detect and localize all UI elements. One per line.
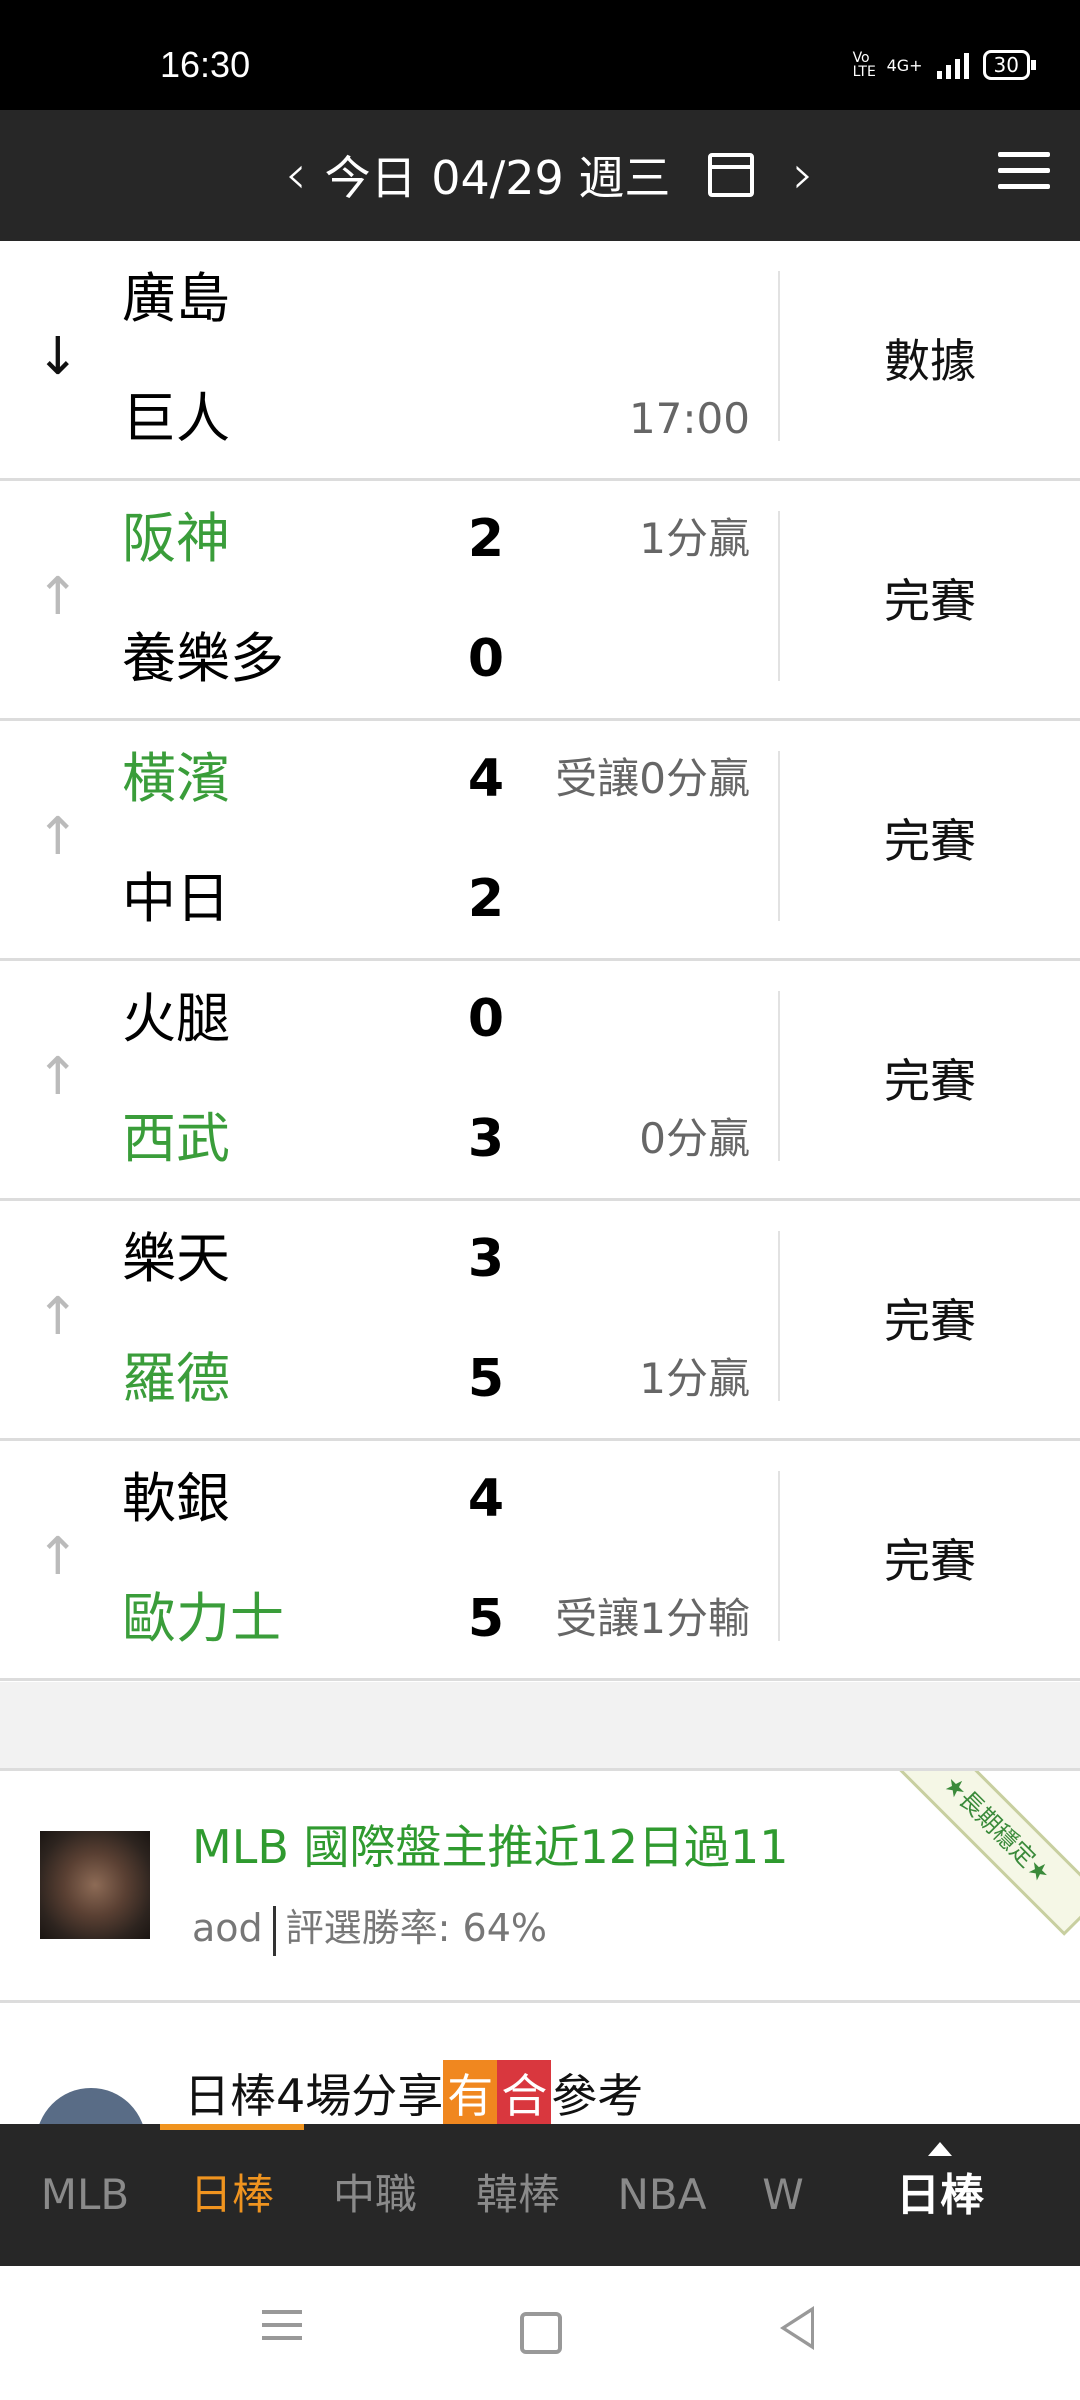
post-title-prefix: 日棒4場分享 [184, 2069, 444, 2123]
team-name: 歐力士 [122, 1587, 284, 1650]
avatar [36, 2088, 146, 2124]
team-name: 中日 [122, 867, 230, 930]
team-score: 3 [467, 1109, 505, 1169]
arrow-down-icon[interactable]: ↓ [36, 331, 80, 383]
battery-icon: 30 [982, 50, 1037, 80]
game-row[interactable]: ↑ 軟銀 4 歐力士 5 受讓1分輸 完賽 [0, 1441, 1080, 1681]
back-icon[interactable] [780, 2306, 814, 2350]
current-league-button[interactable]: 日棒 [870, 2124, 1010, 2266]
game-status-button[interactable]: 完賽 [780, 1051, 1080, 1111]
tab-league[interactable]: MLB [25, 2124, 145, 2266]
game-row[interactable]: ↓ 廣島 巨人 17:00 數據 [0, 241, 1080, 481]
badge-he: 合 [497, 2060, 552, 2124]
game-status-button[interactable]: 完賽 [780, 1291, 1080, 1351]
date-label[interactable]: 今日 04/29 週三 [325, 142, 671, 208]
team-score: 4 [467, 1469, 505, 1529]
status-time: 16:30 [160, 44, 251, 85]
team-name: 樂天 [122, 1227, 230, 1290]
date-navigator: ‹ 今日 04/29 週三 › [285, 140, 814, 210]
volte-icon: Vo LTE [852, 50, 876, 80]
handicap-result: 0分贏 [639, 1114, 750, 1163]
team-score: 3 [467, 1229, 505, 1289]
team-name: 軟銀 [122, 1467, 230, 1530]
arrow-up-icon[interactable]: ↑ [36, 811, 80, 863]
tab-league[interactable]: W [723, 2124, 843, 2266]
system-nav-bar [0, 2266, 1080, 2400]
calendar-icon[interactable] [708, 153, 755, 197]
arrow-up-icon[interactable]: ↑ [36, 1531, 80, 1583]
post-win-rate: 評選勝率: 64% [285, 1906, 547, 1950]
signal-icon [936, 51, 969, 79]
arrow-up-icon[interactable]: ↑ [36, 1051, 80, 1103]
team-name: 火腿 [122, 987, 230, 1050]
current-league-label: 日棒 [896, 2170, 984, 2221]
team-score: 5 [467, 1349, 505, 1409]
handicap-result: 受讓1分輸 [555, 1594, 750, 1643]
active-tab-indicator [160, 2124, 304, 2130]
team-name: 阪神 [122, 507, 230, 570]
team-score: 5 [467, 1589, 505, 1649]
team-score: 4 [467, 749, 505, 809]
game-row[interactable]: ↑ 阪神 2 1分贏 養樂多 0 完賽 [0, 481, 1080, 721]
tab-league[interactable]: 日棒 [172, 2124, 292, 2266]
tab-league[interactable]: NBA [602, 2124, 722, 2266]
handicap-result: 1分贏 [639, 1354, 750, 1403]
league-tab-bar: MLB 日棒 中職 韓棒 NBA W 日棒 [0, 2124, 1080, 2266]
team-score: 2 [467, 869, 505, 929]
team-name: 西武 [122, 1107, 230, 1170]
network-label: 4G+ [886, 55, 923, 75]
post-thumbnail [40, 1831, 150, 1939]
post-title[interactable]: MLB 國際盤主推近12日過11 [192, 1811, 789, 1877]
post-item[interactable]: 日棒4場分享有 合參考 [0, 2000, 1080, 2124]
arrow-up-icon[interactable]: ↑ [36, 571, 80, 623]
post-item[interactable]: MLB 國際盤主推近12日過11 aod 評選勝率: 64% ★長期穩定★ [0, 1771, 1080, 2003]
team-score: 0 [467, 989, 505, 1049]
status-bar: 16:30 Vo LTE 4G+ 30 [0, 0, 1080, 110]
game-row[interactable]: ↑ 樂天 3 羅德 5 1分贏 完賽 [0, 1201, 1080, 1441]
status-icons: Vo LTE 4G+ 30 [852, 50, 1037, 80]
handicap-result: 17:00 [628, 394, 750, 443]
meta-separator [272, 1905, 276, 1956]
handicap-result: 1分贏 [639, 514, 750, 563]
recent-apps-icon[interactable] [262, 2310, 302, 2349]
game-status-button[interactable]: 完賽 [780, 571, 1080, 631]
section-divider [0, 1682, 1080, 1771]
post-meta: aod 評選勝率: 64% [192, 1897, 547, 1956]
game-status-button[interactable]: 完賽 [780, 811, 1080, 871]
team-name: 養樂多 [122, 627, 284, 690]
team-name: 廣島 [122, 267, 230, 330]
tab-league[interactable]: 中職 [315, 2124, 435, 2266]
tab-league[interactable]: 韓棒 [458, 2124, 578, 2266]
chevron-left-icon[interactable]: ‹ [285, 148, 307, 202]
date-header: ‹ 今日 04/29 週三 › [0, 110, 1080, 241]
team-name: 橫濱 [122, 747, 230, 810]
team-score: 0 [467, 629, 505, 689]
arrow-up-icon[interactable]: ↑ [36, 1291, 80, 1343]
chevron-right-icon[interactable]: › [792, 148, 814, 202]
game-row[interactable]: ↑ 火腿 0 西武 3 0分贏 完賽 [0, 961, 1080, 1201]
triangle-up-icon [928, 2142, 952, 2156]
game-list: ↓ 廣島 巨人 17:00 數據 ↑ 阪神 2 1分贏 養樂多 0 完賽 ↑ 橫… [0, 241, 1080, 1681]
game-status-button[interactable]: 完賽 [780, 1531, 1080, 1591]
team-score: 2 [467, 509, 505, 569]
game-row[interactable]: ↑ 橫濱 4 受讓0分贏 中日 2 完賽 [0, 721, 1080, 961]
stable-ribbon-badge: ★長期穩定★ [890, 1771, 1080, 1936]
post-title-suffix: 參考 [551, 2069, 644, 2123]
game-status-button[interactable]: 數據 [780, 331, 1080, 391]
post-title[interactable]: 日棒4場分享有 合參考 [184, 2060, 643, 2124]
team-name: 羅德 [122, 1347, 230, 1410]
team-name: 巨人 [122, 387, 230, 450]
hamburger-menu-icon[interactable] [998, 152, 1050, 200]
handicap-result: 受讓0分贏 [555, 754, 750, 803]
badge-you: 有 [443, 2060, 498, 2124]
home-icon[interactable] [520, 2312, 562, 2354]
post-author[interactable]: aod [192, 1906, 263, 1950]
